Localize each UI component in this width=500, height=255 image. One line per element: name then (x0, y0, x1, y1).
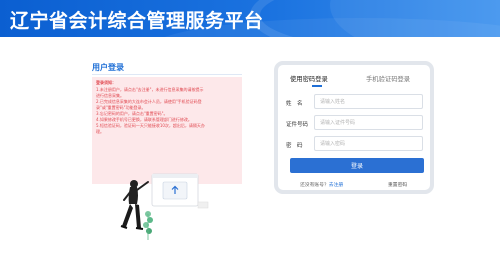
login-tabs: 使用密码登录 手机验证码登录 (278, 65, 430, 89)
notice-line: 理。 (96, 129, 104, 134)
name-input[interactable] (314, 94, 423, 109)
plant-graphic (143, 211, 153, 240)
no-account-prompt: 还没有账号？去注册 (300, 181, 343, 188)
login-panel: 使用密码登录 手机验证码登录 姓 名 证件号码 密 码 登录 还没有账号？去注册… (274, 61, 434, 194)
browser-window-graphic (151, 173, 209, 209)
name-label: 姓 名 (286, 101, 303, 107)
id-number-label: 证件号码 (286, 122, 309, 128)
person-graphic (120, 180, 149, 230)
tab-sms-login[interactable]: 手机验证码登录 (366, 74, 410, 83)
password-label: 密 码 (286, 143, 303, 149)
site-title: 辽宁省会计综合管理服务平台 (10, 10, 264, 32)
notice-title: 登录须知： (96, 80, 116, 85)
login-notice: 登录须知： 1.未注册用户，请点击"去注册"，未进行信息采集的请按提示 进行信息… (92, 77, 242, 184)
heading-divider (92, 74, 242, 75)
header-banner: 辽宁省会计综合管理服务平台 (0, 0, 500, 37)
register-link[interactable]: 去注册 (329, 183, 343, 188)
no-account-text: 还没有账号？ (300, 183, 329, 188)
active-tab-indicator (312, 85, 322, 87)
password-input[interactable] (314, 136, 423, 151)
bottom-links: 还没有账号？去注册 重置密码 (278, 181, 430, 189)
login-button[interactable]: 登录 (290, 158, 424, 173)
header-decoration (330, 0, 500, 37)
user-login-heading: 用户登录 (92, 63, 124, 72)
reset-password-link[interactable]: 重置密码 (388, 181, 407, 188)
id-number-input[interactable] (314, 115, 423, 130)
tab-password-login[interactable]: 使用密码登录 (290, 74, 328, 83)
login-illustration (120, 173, 209, 240)
